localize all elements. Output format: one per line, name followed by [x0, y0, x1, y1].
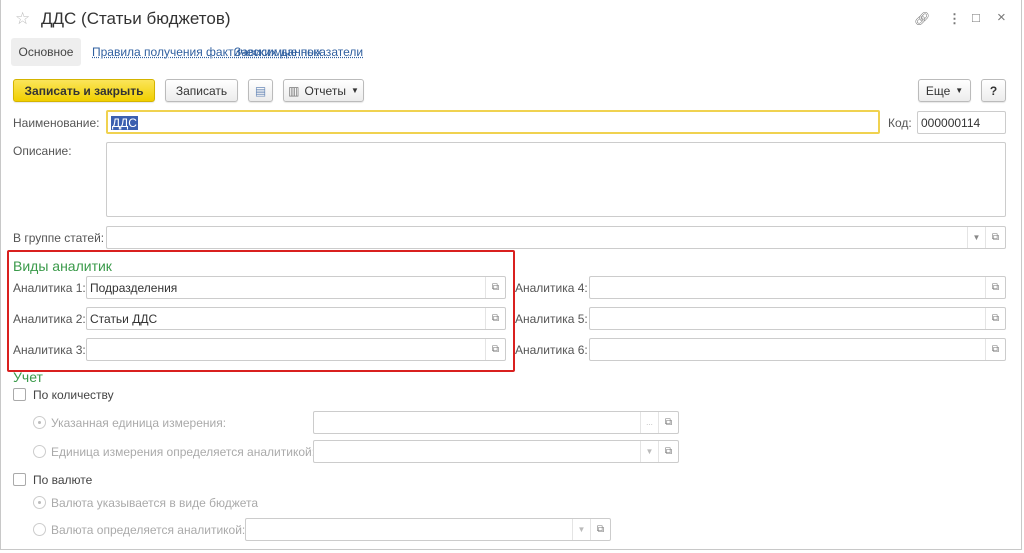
by-currency-checkbox[interactable]	[13, 473, 26, 486]
unit-analytic-input[interactable]: ▼ ⧉	[313, 440, 679, 463]
maximize-icon[interactable]: □	[972, 10, 980, 25]
analytic-4-input[interactable]: ⧉	[589, 276, 1006, 299]
currency-in-budget-radio[interactable]	[33, 496, 46, 509]
chevron-down-icon: ▼	[350, 86, 359, 95]
close-icon[interactable]: ×	[997, 9, 1006, 26]
by-currency-label: По валюте	[33, 473, 93, 487]
form-window: ☆ ДДС (Статьи бюджетов) 🔗︎ ⋮ □ × Основно…	[0, 0, 1022, 550]
open-icon[interactable]: ⧉	[485, 339, 505, 360]
by-quantity-label: По количеству	[33, 388, 114, 402]
name-value: ДДС	[111, 116, 138, 130]
group-input[interactable]: ▼ ⧉	[106, 226, 1006, 249]
select-button[interactable]: ...	[640, 412, 658, 433]
more-button[interactable]: Еще ▼	[918, 79, 971, 102]
name-input[interactable]: ДДС	[106, 110, 880, 134]
currency-by-analytic-label: Валюта определяется аналитикой:	[51, 523, 246, 537]
analytic-6-input[interactable]: ⧉	[589, 338, 1006, 361]
dropdown-icon[interactable]: ▼	[967, 227, 985, 248]
save-button[interactable]: Записать	[165, 79, 238, 102]
analytic-4-label: Аналитика 4:	[515, 281, 588, 295]
description-textarea[interactable]	[106, 142, 1006, 217]
reports-button[interactable]: ▥ Отчеты ▼	[283, 79, 364, 102]
more-label: Еще	[925, 83, 951, 98]
currency-analytic-input[interactable]: ▼ ⧉	[245, 518, 611, 541]
analytic-2-value: Статьи ДДС	[90, 312, 158, 326]
more-vert-icon[interactable]: ⋮	[948, 11, 961, 27]
open-icon[interactable]: ⧉	[985, 339, 1005, 360]
currency-by-analytic-radio[interactable]	[33, 523, 46, 536]
dropdown-icon[interactable]: ▼	[572, 519, 590, 540]
reports-icon: ▥	[288, 83, 300, 98]
open-icon[interactable]: ⧉	[985, 308, 1005, 329]
analytic-6-label: Аналитика 6:	[515, 343, 588, 357]
open-icon[interactable]: ⧉	[590, 519, 610, 540]
unit-by-analytic-label: Единица измерения определяется аналитико…	[51, 445, 316, 459]
star-icon[interactable]: ☆	[15, 9, 30, 29]
analytic-3-input[interactable]: ⧉	[86, 338, 506, 361]
code-input[interactable]: 000000114	[917, 111, 1006, 134]
open-icon[interactable]: ⧉	[658, 441, 678, 462]
unit-specified-radio[interactable]	[33, 416, 46, 429]
unit-by-analytic-radio[interactable]	[33, 445, 46, 458]
chevron-down-icon: ▼	[955, 86, 964, 95]
analytic-1-value: Подразделения	[90, 281, 178, 295]
analytic-1-label: Аналитика 1:	[13, 281, 86, 295]
tab-main[interactable]: Основное	[11, 38, 81, 66]
group-label: В группе статей:	[13, 231, 105, 245]
analytic-5-input[interactable]: ⧉	[589, 307, 1006, 330]
link-icon[interactable]: 🔗︎	[914, 11, 931, 27]
analytic-1-input[interactable]: Подразделения ⧉	[86, 276, 506, 299]
reports-label: Отчеты	[304, 83, 346, 98]
open-icon[interactable]: ⧉	[985, 277, 1005, 298]
analytic-5-label: Аналитика 5:	[515, 312, 588, 326]
open-icon[interactable]: ⧉	[485, 308, 505, 329]
open-icon[interactable]: ⧉	[985, 227, 1005, 248]
by-quantity-checkbox[interactable]	[13, 388, 26, 401]
analytic-2-input[interactable]: Статьи ДДС ⧉	[86, 307, 506, 330]
analytics-title: Виды аналитик	[13, 258, 112, 274]
currency-in-budget-label: Валюта указывается в виде бюджета	[51, 496, 259, 510]
open-icon[interactable]: ⧉	[485, 277, 505, 298]
accounting-title: Учет	[13, 369, 43, 385]
open-icon[interactable]: ⧉	[658, 412, 678, 433]
dropdown-icon[interactable]: ▼	[640, 441, 658, 462]
save-close-button[interactable]: Записать и закрыть	[13, 79, 155, 102]
description-label: Описание:	[13, 144, 72, 158]
unit-specified-label: Указанная единица измерения:	[51, 416, 227, 430]
code-label: Код:	[888, 116, 912, 130]
analytic-3-label: Аналитика 3:	[13, 343, 86, 357]
tab-dependent[interactable]: Зависимые показатели	[234, 45, 363, 59]
analytic-2-label: Аналитика 2:	[13, 312, 86, 326]
list-icon[interactable]: ▤	[248, 79, 273, 102]
page-title: ДДС (Статьи бюджетов)	[41, 9, 231, 28]
unit-input[interactable]: ... ⧉	[313, 411, 679, 434]
help-button[interactable]: ?	[981, 79, 1006, 102]
name-label: Наименование:	[13, 116, 100, 130]
